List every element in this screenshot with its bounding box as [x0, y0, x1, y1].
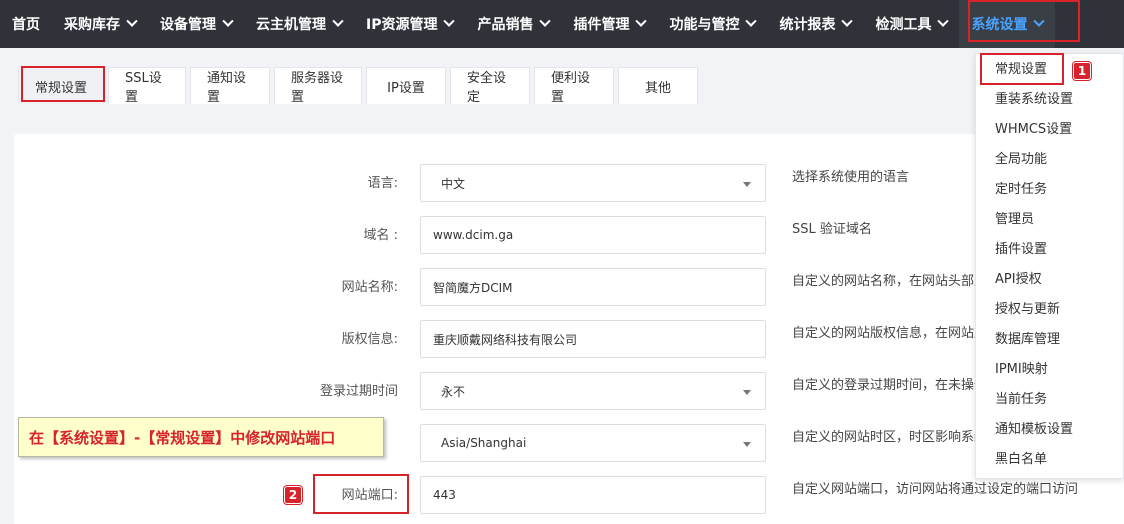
settings-tabs: 常规设置 SSL设置 通知设置 服务器设置 IP设置 安全设定 便利设置 其他	[18, 67, 702, 105]
menu-item-blacklist-whitelist[interactable]: 黑白名单	[976, 445, 1123, 475]
domain-input[interactable]: www.dcim.ga	[420, 216, 766, 254]
domain-help-text: SSL 验证域名	[792, 222, 872, 237]
tab-convenience-settings[interactable]: 便利设置	[534, 67, 614, 105]
caret-down-icon	[743, 390, 751, 395]
nav-item-device-management[interactable]: 设备管理	[148, 0, 244, 48]
timezone-select[interactable]: Asia/Shanghai	[420, 424, 766, 462]
nav-item-label: 统计报表	[779, 17, 836, 33]
nav-item-label: 系统设置	[971, 17, 1028, 33]
caret-down-icon	[743, 442, 751, 447]
top-nav: 首页 采购库存 设备管理 云主机管理 IP资源管理 产品销售 插件管理 功能与管…	[0, 0, 1124, 48]
menu-item-license-updates[interactable]: 授权与更新	[976, 295, 1123, 325]
chevron-down-icon	[222, 15, 234, 27]
nav-item-system-settings[interactable]: 系统设置	[959, 0, 1056, 48]
nav-item-label: IP资源管理	[366, 17, 438, 33]
chevron-down-icon	[332, 15, 344, 27]
nav-item-label: 首页	[12, 17, 40, 33]
menu-item-whmcs-settings[interactable]: WHMCS设置	[976, 115, 1123, 145]
menu-item-reinstall-system-settings[interactable]: 重装系统设置	[976, 85, 1123, 115]
nav-item-detection-tools[interactable]: 检测工具	[863, 0, 959, 48]
language-help-text: 选择系统使用的语言	[792, 170, 910, 185]
tab-general-settings[interactable]: 常规设置	[18, 67, 104, 104]
login-expiry-value: 永不	[441, 384, 466, 399]
tab-server-settings[interactable]: 服务器设置	[274, 67, 362, 105]
chevron-down-icon	[539, 15, 552, 27]
domain-label: 域名 :	[363, 228, 398, 243]
login-expiry-select[interactable]: 永不	[420, 372, 766, 410]
form-row-login-expiry: 登录过期时间 永不 自定义的登录过期时间，在未操作指定时间后退出登录	[14, 372, 1124, 412]
copyright-input[interactable]: 重庆顺戴网络科技有限公司	[420, 320, 766, 358]
language-label: 语言:	[367, 176, 398, 191]
language-select[interactable]: 中文	[420, 164, 766, 202]
site-port-help-text: 自定义网站端口，访问网站将通过设定的端口访问	[792, 482, 1079, 497]
nav-item-home[interactable]: 首页	[0, 0, 52, 48]
chevron-down-icon	[745, 15, 758, 27]
nav-item-label: 采购库存	[64, 17, 120, 33]
form-row-site-name: 网站名称: 智简魔方DCIM 自定义的网站名称，在网站头部显示	[14, 268, 1124, 308]
site-name-input[interactable]: 智简魔方DCIM	[420, 268, 766, 306]
site-port-value: 443	[433, 488, 456, 502]
step-badge-2: 2	[284, 486, 302, 504]
menu-item-ipmi-mapping[interactable]: IPMI映射	[976, 355, 1123, 385]
nav-item-label: 检测工具	[875, 17, 932, 33]
menu-item-global-features[interactable]: 全局功能	[976, 145, 1123, 175]
form-row-language: 语言: 中文 选择系统使用的语言	[14, 164, 1124, 204]
form-row-domain: 域名 : www.dcim.ga SSL 验证域名	[14, 216, 1124, 256]
nav-item-label: 插件管理	[573, 17, 630, 33]
tab-notification-settings[interactable]: 通知设置	[190, 67, 270, 105]
chevron-down-icon	[126, 15, 138, 27]
site-name-help-text: 自定义的网站名称，在网站头部显示	[792, 274, 1001, 289]
nav-item-statistics-reports[interactable]: 统计报表	[767, 0, 863, 48]
chevron-down-icon	[635, 15, 648, 27]
nav-item-ip-resource-management[interactable]: IP资源管理	[354, 0, 465, 48]
nav-item-cloud-host-management[interactable]: 云主机管理	[244, 0, 354, 48]
nav-item-product-sales[interactable]: 产品销售	[465, 0, 561, 48]
site-port-input[interactable]: 443	[420, 476, 766, 514]
tab-ip-settings[interactable]: IP设置	[366, 67, 446, 104]
site-name-label: 网站名称:	[341, 280, 398, 295]
nav-item-label: 云主机管理	[256, 17, 326, 33]
nav-item-label: 功能与管控	[669, 17, 740, 33]
menu-item-notification-templates[interactable]: 通知模板设置	[976, 415, 1123, 445]
chevron-down-icon	[1033, 15, 1046, 27]
form-row-site-port: 网站端口: 443 自定义网站端口，访问网站将通过设定的端口访问	[14, 476, 1124, 516]
tab-security-settings[interactable]: 安全设定	[450, 67, 530, 105]
nav-item-plugin-management[interactable]: 插件管理	[561, 0, 657, 48]
timezone-value: Asia/Shanghai	[441, 436, 527, 450]
site-name-value: 智简魔方DCIM	[433, 280, 513, 295]
copyright-label: 版权信息:	[341, 332, 398, 347]
caret-down-icon	[743, 182, 751, 187]
menu-item-scheduled-tasks[interactable]: 定时任务	[976, 175, 1123, 205]
site-port-label: 网站端口:	[341, 488, 398, 503]
copyright-value: 重庆顺戴网络科技有限公司	[433, 332, 578, 347]
settings-form-card: 语言: 中文 选择系统使用的语言 域名 : www.dcim.ga SSL 验证…	[14, 134, 1124, 524]
chevron-down-icon	[443, 15, 456, 27]
chevron-down-icon	[841, 15, 854, 27]
domain-value: www.dcim.ga	[433, 228, 514, 242]
nav-item-purchase-inventory[interactable]: 采购库存	[52, 0, 148, 48]
menu-item-current-tasks[interactable]: 当前任务	[976, 385, 1123, 415]
menu-item-general-settings[interactable]: 常规设置	[976, 55, 1123, 85]
system-settings-dropdown: 常规设置 重装系统设置 WHMCS设置 全局功能 定时任务 管理员 插件设置 A…	[975, 53, 1124, 479]
login-expiry-label: 登录过期时间	[319, 384, 398, 399]
menu-item-administrators[interactable]: 管理员	[976, 205, 1123, 235]
nav-item-label: 产品销售	[477, 17, 534, 33]
menu-item-database-management[interactable]: 数据库管理	[976, 325, 1123, 355]
tab-other[interactable]: 其他	[618, 67, 698, 104]
step-badge-1: 1	[1073, 62, 1091, 80]
tab-ssl-settings[interactable]: SSL设置	[108, 67, 186, 105]
chevron-down-icon	[937, 15, 950, 27]
menu-item-api-authorization[interactable]: API授权	[976, 265, 1123, 295]
form-row-copyright: 版权信息: 重庆顺戴网络科技有限公司 自定义的网站版权信息，在网站底部显示	[14, 320, 1124, 360]
menu-item-plugin-settings[interactable]: 插件设置	[976, 235, 1123, 265]
instruction-callout: 在【系统设置】-【常规设置】中修改网站端口	[18, 417, 384, 457]
nav-item-label: 设备管理	[160, 17, 216, 33]
nav-item-features-control[interactable]: 功能与管控	[657, 0, 767, 48]
language-value: 中文	[441, 176, 466, 191]
